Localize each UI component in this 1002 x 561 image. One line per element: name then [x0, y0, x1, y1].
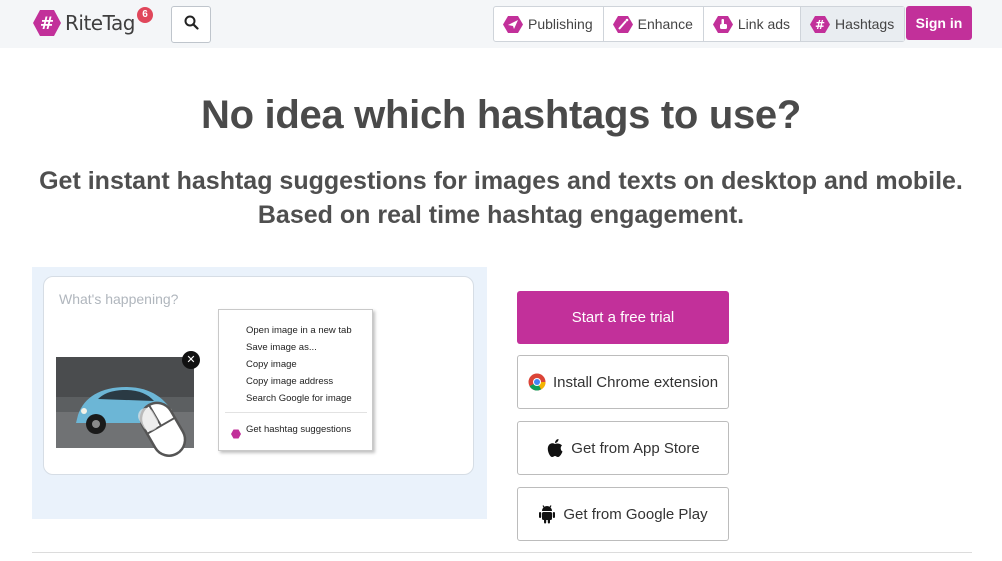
nav-hashtags[interactable]: # Hashtags	[801, 7, 905, 41]
nav-link-ads-label: Link ads	[737, 16, 791, 32]
svg-text:#: #	[815, 18, 825, 32]
nav-hashtags-label: Hashtags	[835, 16, 895, 32]
logo-text: RiteTag	[65, 11, 135, 35]
page-subheadline: Get instant hashtag suggestions for imag…	[0, 164, 1002, 232]
subheadline-line-1: Get instant hashtag suggestions for imag…	[39, 167, 963, 195]
product-nav: Publishing Enhance Link ads # Hashtags	[493, 6, 906, 42]
nav-enhance-label: Enhance	[637, 16, 693, 32]
page-headline: No idea which hashtags to use?	[201, 93, 801, 137]
context-menu-item[interactable]: Copy image address	[246, 376, 333, 387]
magic-wand-icon	[612, 15, 633, 34]
chrome-button-label: Install Chrome extension	[552, 373, 719, 391]
android-icon	[538, 504, 556, 524]
nav-enhance[interactable]: Enhance	[604, 7, 704, 41]
hashtag-icon	[231, 426, 241, 439]
get-from-google-play-button[interactable]: Get from Google Play	[517, 487, 729, 541]
composer-placeholder: What's happening?	[59, 291, 179, 307]
hashtag-logo-icon: #	[32, 9, 62, 37]
hashtag-icon: #	[810, 15, 831, 34]
start-free-trial-button[interactable]: Start a free trial	[517, 291, 729, 344]
section-divider	[32, 552, 972, 553]
mouse-cursor-graphic	[134, 395, 194, 467]
subheadline-line-2: Based on real time hashtag engagement.	[257, 201, 745, 229]
top-navbar: # RiteTag 6 Publishing Enhance Link ads …	[0, 0, 1002, 48]
ritetag-logo[interactable]: # RiteTag	[32, 8, 135, 38]
apple-icon	[546, 438, 564, 458]
search-icon	[184, 15, 199, 35]
nav-publishing-label: Publishing	[528, 16, 593, 32]
context-menu-item[interactable]: Save image as...	[246, 342, 317, 353]
search-button[interactable]	[171, 6, 211, 43]
svg-text:#: #	[40, 14, 54, 34]
context-menu-item[interactable]: Open image in a new tab	[246, 325, 352, 336]
close-icon[interactable]: ✕	[182, 351, 200, 369]
nav-link-ads[interactable]: Link ads	[704, 7, 802, 41]
tweet-composer-mock: What's happening? ✕ Open image in a new …	[43, 276, 474, 475]
context-menu-item[interactable]: Search Google for image	[246, 393, 352, 404]
context-menu-item[interactable]: Copy image	[246, 359, 297, 370]
pointer-hand-icon	[712, 15, 733, 34]
paper-plane-icon	[503, 15, 523, 34]
install-chrome-extension-button[interactable]: Install Chrome extension	[517, 355, 729, 409]
get-from-app-store-button[interactable]: Get from App Store	[517, 421, 729, 475]
nav-publishing[interactable]: Publishing	[494, 7, 604, 41]
chrome-icon	[528, 373, 546, 391]
google-play-button-label: Get from Google Play	[563, 505, 708, 523]
context-menu: Open image in a new tab Save image as...…	[218, 309, 373, 451]
context-menu-item-get-hashtags[interactable]: Get hashtag suggestions	[246, 424, 351, 435]
app-store-button-label: Get from App Store	[571, 439, 700, 457]
notification-badge[interactable]: 6	[137, 7, 153, 23]
demo-illustration: What's happening? ✕ Open image in a new …	[32, 267, 487, 519]
context-menu-divider	[225, 412, 367, 413]
sign-in-button[interactable]: Sign in	[906, 6, 972, 40]
